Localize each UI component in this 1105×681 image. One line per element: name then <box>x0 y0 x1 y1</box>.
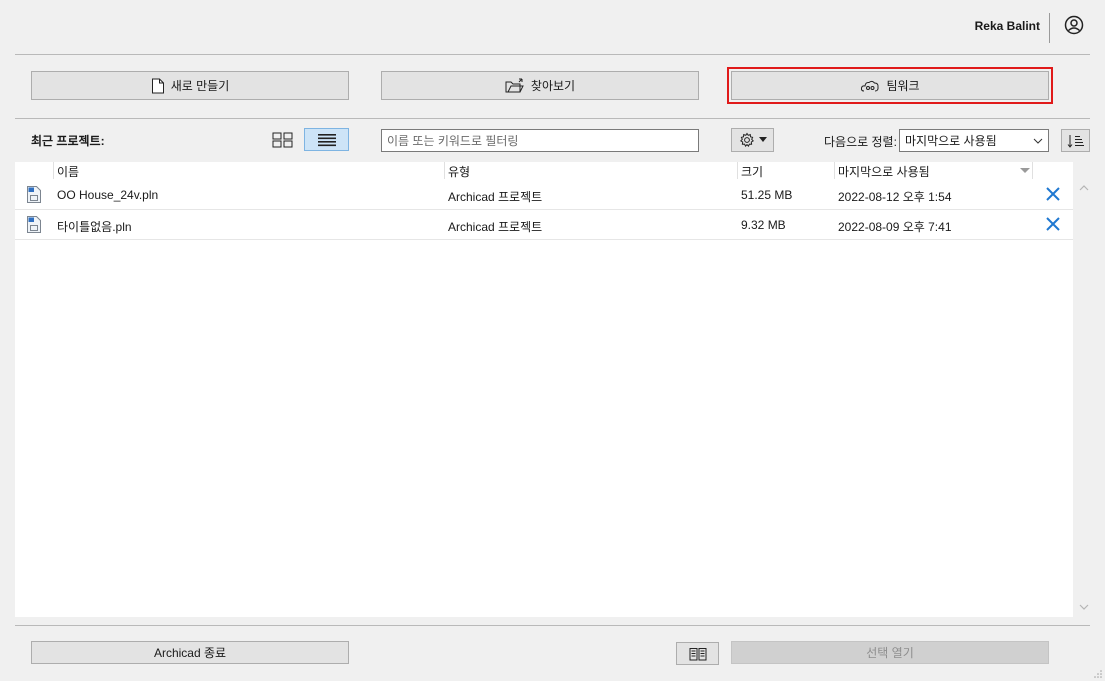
filter-input[interactable] <box>381 129 699 152</box>
teamwork-label: 팀워크 <box>886 79 920 93</box>
column-header-last-used[interactable]: 마지막으로 사용됨 <box>838 163 930 180</box>
scroll-down-icon[interactable] <box>1078 602 1090 612</box>
column-separator <box>53 162 54 179</box>
list-view-icon <box>317 133 336 146</box>
row-last-used: 2022-08-12 오후 1:54 <box>838 190 952 204</box>
row-name: OO House_24v.pln <box>57 188 159 202</box>
column-separator <box>444 162 445 179</box>
grid-view-icon <box>272 132 292 147</box>
scroll-up-icon[interactable] <box>1078 183 1090 193</box>
chevron-down-icon <box>1033 138 1043 144</box>
row-type: Archicad 프로젝트 <box>448 220 543 234</box>
sort-label: 다음으로 정렬: <box>824 135 897 149</box>
new-project-button[interactable]: 새로 만들기 <box>31 71 349 100</box>
new-document-icon <box>151 78 164 93</box>
book-icon <box>689 647 706 660</box>
row-type: Archicad 프로젝트 <box>448 190 543 204</box>
header-divider-line <box>15 54 1090 55</box>
caret-down-icon <box>758 137 767 142</box>
table-row[interactable]: 타이틀없음.pln Archicad 프로젝트 9.32 MB 2022-08-… <box>15 210 1073 240</box>
row-name: 타이틀없음.pln <box>57 220 132 234</box>
column-header-size[interactable]: 크기 <box>741 163 763 180</box>
sort-caret-icon <box>1020 168 1030 173</box>
sort-order-icon <box>1067 134 1084 148</box>
sort-select[interactable]: 마지막으로 사용됨 <box>899 129 1049 152</box>
pln-file-icon <box>27 186 41 203</box>
actions-divider-line <box>15 118 1090 119</box>
quit-archicad-button[interactable]: Archicad 종료 <box>31 641 349 664</box>
user-circle-icon[interactable] <box>1064 15 1084 35</box>
column-header-name[interactable]: 이름 <box>57 163 79 180</box>
settings-dropdown-button[interactable] <box>731 128 774 152</box>
column-header-type[interactable]: 유형 <box>448 163 470 180</box>
footer-divider-line <box>15 625 1090 626</box>
browse-button[interactable]: 찾아보기 <box>381 71 699 100</box>
open-folder-icon <box>505 78 524 92</box>
header-divider <box>1049 13 1050 43</box>
new-project-label: 새로 만들기 <box>170 79 230 93</box>
column-separator <box>737 162 738 179</box>
teamwork-button[interactable]: 팀워크 <box>731 71 1049 100</box>
column-separator <box>1032 162 1033 179</box>
resize-grip-icon[interactable] <box>1093 669 1103 679</box>
recent-projects-title: 최근 프로젝트: <box>31 134 105 148</box>
row-size: 51.25 MB <box>741 188 793 202</box>
browse-label: 찾아보기 <box>530 79 576 93</box>
column-separator <box>834 162 835 179</box>
sort-direction-button[interactable] <box>1061 129 1090 152</box>
sort-select-value: 마지막으로 사용됨 <box>905 134 997 148</box>
grid-view-button[interactable] <box>260 128 305 151</box>
remove-icon[interactable] <box>1045 216 1061 232</box>
row-size: 9.32 MB <box>741 218 786 232</box>
pln-file-icon <box>27 216 41 233</box>
open-selected-button[interactable]: 선택 열기 <box>731 641 1049 664</box>
list-view-button[interactable] <box>304 128 349 151</box>
remove-icon[interactable] <box>1045 186 1061 202</box>
teamwork-cloud-icon <box>861 80 879 91</box>
user-name: Reka Balint <box>974 19 1040 33</box>
gear-icon <box>739 132 754 147</box>
table-row[interactable]: OO House_24v.pln Archicad 프로젝트 51.25 MB … <box>15 180 1073 210</box>
library-button[interactable] <box>676 642 719 665</box>
row-last-used: 2022-08-09 오후 7:41 <box>838 220 952 234</box>
